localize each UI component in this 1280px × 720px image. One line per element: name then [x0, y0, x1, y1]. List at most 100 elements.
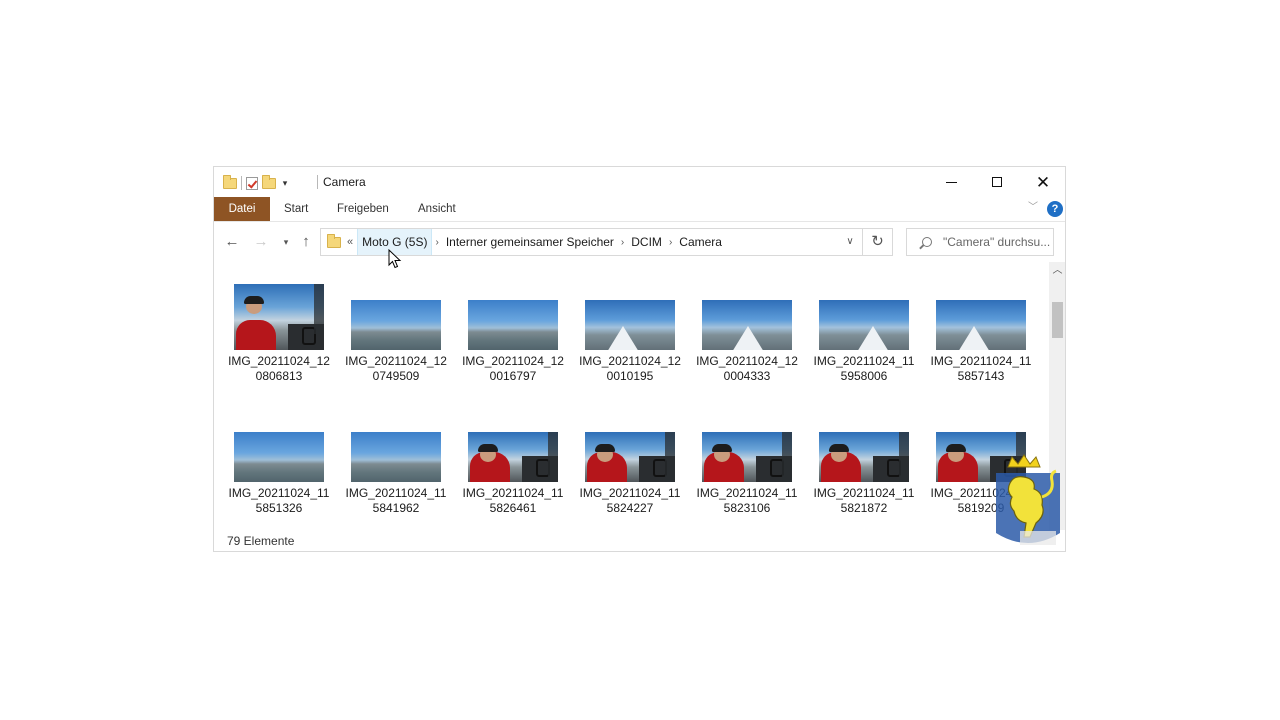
status-bar: 79 Elemente: [214, 530, 1065, 551]
file-name-continued: 5841962: [372, 501, 420, 515]
title-bar[interactable]: ▾ Camera ✕: [214, 167, 1065, 197]
file-item[interactable]: IMG_20211024_12 0749509: [341, 284, 451, 404]
file-name: IMG_20211024_11: [930, 354, 1032, 368]
address-history-chevron-icon[interactable]: ∨: [844, 235, 856, 249]
file-name-continued: 0016797: [489, 369, 537, 383]
file-name: IMG_20211024_12: [345, 354, 447, 368]
file-name-continued: 0010195: [606, 369, 654, 383]
file-name: IMG_20211024_11: [813, 354, 915, 368]
image-thumbnail: [819, 300, 909, 350]
back-button[interactable]: ←: [223, 232, 241, 252]
file-name-continued: 5851326: [255, 501, 303, 515]
file-name-continued: 5826461: [489, 501, 537, 515]
forward-button[interactable]: →: [252, 232, 270, 252]
up-button[interactable]: ↑: [297, 232, 315, 252]
help-icon[interactable]: ?: [1047, 201, 1063, 217]
recent-locations-chevron-icon[interactable]: ▾: [277, 232, 295, 252]
image-thumbnail: [819, 432, 909, 482]
tab-freigeben[interactable]: Freigeben: [327, 197, 399, 221]
properties-icon[interactable]: [246, 176, 258, 190]
file-item[interactable]: IMG_20211024_12 0004333: [692, 284, 802, 404]
navigation-bar: ← → ▾ ↑ « Moto G (5S) › Interner gemeins…: [214, 222, 1065, 262]
image-thumbnail: [234, 432, 324, 482]
file-item[interactable]: IMG_20211024_11 5826461: [458, 416, 568, 530]
folder-icon: [327, 233, 341, 248]
file-item[interactable]: IMG_20211024_11 5824227: [575, 416, 685, 530]
scroll-up-arrow-icon[interactable]: ︿: [1049, 264, 1065, 278]
scrollbar-thumb[interactable]: [1052, 302, 1063, 338]
tab-datei[interactable]: Datei: [214, 197, 270, 221]
image-thumbnail: [351, 432, 441, 482]
window-title: Camera: [323, 175, 366, 189]
file-name: IMG_20211024_11: [813, 486, 915, 500]
breadcrumb-overflow[interactable]: «: [347, 236, 353, 248]
expand-ribbon-chevron-icon[interactable]: ﹀: [1026, 201, 1040, 215]
ribbon-tabs: Datei Start Freigeben Ansicht ﹀ ?: [214, 197, 1065, 222]
file-name: IMG_20211024_11: [579, 486, 681, 500]
file-name-continued: 5857143: [957, 369, 1005, 383]
mouse-cursor-icon: [388, 249, 402, 269]
lion-crest-logo: [996, 454, 1060, 545]
close-icon: ✕: [1035, 172, 1051, 192]
breadcrumb-camera[interactable]: Camera: [675, 229, 726, 255]
image-thumbnail: [468, 300, 558, 350]
new-folder-icon[interactable]: [262, 174, 276, 189]
image-thumbnail: [702, 300, 792, 350]
tab-ansicht[interactable]: Ansicht: [408, 197, 466, 221]
divider: [241, 176, 242, 190]
file-name: IMG_20211024_12: [462, 354, 564, 368]
file-name: IMG_20211024_12: [228, 354, 330, 368]
file-name-continued: 0749509: [372, 369, 420, 383]
image-thumbnail: [936, 300, 1026, 350]
folder-icon: [223, 174, 237, 189]
breadcrumb-internal-storage[interactable]: Interner gemeinsamer Speicher: [442, 229, 618, 255]
refresh-button[interactable]: ↻: [863, 228, 893, 256]
file-name-continued: 5958006: [840, 369, 888, 383]
minimize-icon: [945, 181, 957, 183]
file-name: IMG_20211024_11: [696, 486, 798, 500]
maximize-icon: [992, 177, 1002, 187]
image-thumbnail: [585, 432, 675, 482]
file-item[interactable]: IMG_20211024_11 5958006: [809, 284, 919, 404]
file-item[interactable]: IMG_20211024_11 5851326: [224, 416, 334, 530]
image-thumbnail: [468, 432, 558, 482]
chevron-right-icon[interactable]: ›: [618, 237, 627, 248]
file-name: IMG_20211024_11: [345, 486, 447, 500]
file-grid[interactable]: IMG_20211024_12 0806813 IMG_20211024_12 074…: [214, 262, 1049, 530]
tab-start[interactable]: Start: [274, 197, 318, 221]
file-name: IMG_20211024_11: [228, 486, 330, 500]
file-explorer-window: ▾ Camera ✕ Datei Start Freigeben Ansicht…: [213, 166, 1066, 552]
file-name: IMG_20211024_11: [462, 486, 564, 500]
quick-access-toolbar: ▾: [223, 174, 290, 191]
chevron-right-icon[interactable]: ›: [432, 237, 441, 248]
search-input[interactable]: [943, 235, 1051, 249]
search-icon: [922, 237, 932, 247]
file-item[interactable]: IMG_20211024_12 0016797: [458, 284, 568, 404]
file-name-continued: 0806813: [255, 369, 303, 383]
file-name-continued: 5824227: [606, 501, 654, 515]
file-name-continued: 0004333: [723, 369, 771, 383]
file-item[interactable]: IMG_20211024_11 5821872: [809, 416, 919, 530]
image-thumbnail: [585, 300, 675, 350]
item-count: 79 Elemente: [227, 534, 295, 548]
file-name: IMG_20211024_12: [579, 354, 681, 368]
file-item[interactable]: IMG_20211024_11 5823106: [692, 416, 802, 530]
file-item[interactable]: IMG_20211024_11 5841962: [341, 416, 451, 530]
search-box[interactable]: [906, 228, 1054, 256]
file-item[interactable]: IMG_20211024_12 0010195: [575, 284, 685, 404]
close-button[interactable]: ✕: [1020, 167, 1065, 197]
chevron-right-icon[interactable]: ›: [666, 237, 675, 248]
file-name-continued: 5821872: [840, 501, 888, 515]
customize-toolbar-dropdown[interactable]: ▾: [280, 175, 290, 191]
image-thumbnail: [702, 432, 792, 482]
refresh-icon: ↻: [871, 233, 884, 250]
breadcrumb-dcim[interactable]: DCIM: [627, 229, 666, 255]
file-item[interactable]: IMG_20211024_12 0806813: [224, 284, 334, 404]
divider: [317, 175, 318, 189]
maximize-button[interactable]: [974, 167, 1020, 197]
file-item[interactable]: IMG_20211024_11 5857143: [926, 284, 1036, 404]
minimize-button[interactable]: [928, 167, 974, 197]
image-thumbnail: [234, 284, 324, 350]
file-name: IMG_20211024_12: [696, 354, 798, 368]
file-name-continued: 5823106: [723, 501, 771, 515]
